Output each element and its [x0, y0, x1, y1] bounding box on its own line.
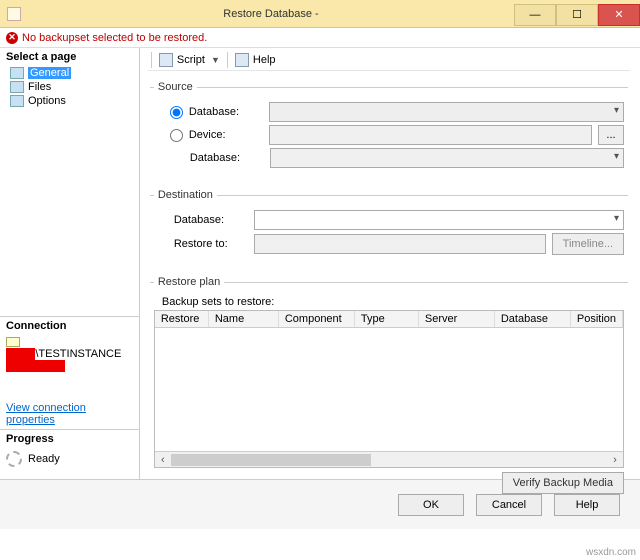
watermark-text: wsxdn.com [586, 547, 636, 558]
col-server[interactable]: Server [419, 311, 495, 327]
maximize-button[interactable]: ☐ [556, 4, 598, 26]
select-page-title: Select a page [0, 48, 139, 66]
sidebar-item-general[interactable]: General [0, 66, 139, 80]
source-database-label: Database: [189, 106, 269, 118]
script-button[interactable]: Script [177, 54, 205, 66]
dest-restore-to-field [254, 234, 546, 254]
content-panel: Script ▼ Help Source Database: Device: .… [140, 48, 640, 479]
source-device-label: Device: [189, 129, 269, 141]
progress-section: Progress Ready [0, 429, 139, 479]
sidebar-item-options[interactable]: Options [0, 94, 139, 108]
help-icon [235, 53, 249, 67]
source-group: Source Database: Device: ... Database: [150, 81, 628, 177]
source-database-radio[interactable] [170, 106, 183, 119]
toolbar: Script ▼ Help [148, 52, 630, 71]
dest-database-combo[interactable] [254, 210, 624, 230]
scroll-right-icon[interactable]: › [607, 454, 623, 466]
window-title: Restore Database - [28, 8, 514, 20]
source-device-field [269, 125, 592, 145]
source-database-combo[interactable] [269, 102, 624, 122]
page-icon [10, 67, 24, 79]
error-bar: ✕ No backupset selected to be restored. [0, 28, 640, 48]
error-icon: ✕ [6, 32, 18, 44]
source-db-sublabel: Database: [154, 152, 270, 164]
help-button[interactable]: Help [554, 494, 620, 516]
connection-section: Connection XXXX\TESTINSTANCE XXXXXXXX Vi… [0, 316, 139, 429]
backup-sets-grid[interactable]: Restore Name Component Type Server Datab… [154, 310, 624, 468]
destination-group: Destination Database: Restore to: Timeli… [150, 189, 628, 264]
col-position[interactable]: Position [571, 311, 623, 327]
ok-button[interactable]: OK [398, 494, 464, 516]
source-db-subcombo[interactable] [270, 148, 624, 168]
col-type[interactable]: Type [355, 311, 419, 327]
script-dropdown-icon[interactable]: ▼ [211, 55, 220, 65]
server-name: \TESTINSTANCE [35, 348, 121, 360]
dest-database-label: Database: [154, 214, 254, 226]
restore-plan-group: Restore plan Backup sets to restore: Res… [150, 276, 628, 504]
view-connection-properties-link[interactable]: View connection properties [6, 402, 133, 426]
title-bar: Restore Database - — ☐ ✕ [0, 0, 640, 28]
sidebar-item-files[interactable]: Files [0, 80, 139, 94]
restore-plan-legend: Restore plan [154, 276, 224, 288]
scroll-thumb[interactable] [171, 454, 371, 466]
page-icon [10, 81, 24, 93]
backup-sets-label: Backup sets to restore: [154, 294, 624, 310]
redacted-text: XXXXXXXX [6, 360, 65, 372]
cancel-button[interactable]: Cancel [476, 494, 542, 516]
col-name[interactable]: Name [209, 311, 279, 327]
source-device-browse-button[interactable]: ... [598, 125, 624, 145]
grid-body [155, 328, 623, 451]
toolbar-help-button[interactable]: Help [253, 54, 276, 66]
sidebar: Select a page General Files Options Conn… [0, 48, 140, 479]
horizontal-scrollbar[interactable]: ‹ › [155, 451, 623, 467]
source-legend: Source [154, 81, 197, 93]
spinner-icon [6, 451, 22, 467]
verify-backup-media-button[interactable]: Verify Backup Media [502, 472, 624, 494]
col-database[interactable]: Database [495, 311, 571, 327]
source-device-radio[interactable] [170, 129, 183, 142]
close-button[interactable]: ✕ [598, 4, 640, 26]
timeline-button[interactable]: Timeline... [552, 233, 624, 255]
grid-header: Restore Name Component Type Server Datab… [155, 311, 623, 328]
dest-restore-to-label: Restore to: [154, 238, 254, 250]
connection-title: Connection [6, 320, 67, 332]
col-restore[interactable]: Restore [155, 311, 209, 327]
col-component[interactable]: Component [279, 311, 355, 327]
server-icon [6, 337, 20, 347]
scroll-left-icon[interactable]: ‹ [155, 454, 171, 466]
progress-title: Progress [6, 433, 54, 445]
page-icon [10, 95, 24, 107]
error-message: No backupset selected to be restored. [22, 32, 207, 44]
minimize-button[interactable]: — [514, 4, 556, 26]
progress-status: Ready [28, 453, 60, 465]
app-icon [7, 7, 21, 21]
redacted-text: XXXX [6, 348, 35, 360]
script-icon [159, 53, 173, 67]
destination-legend: Destination [154, 189, 217, 201]
